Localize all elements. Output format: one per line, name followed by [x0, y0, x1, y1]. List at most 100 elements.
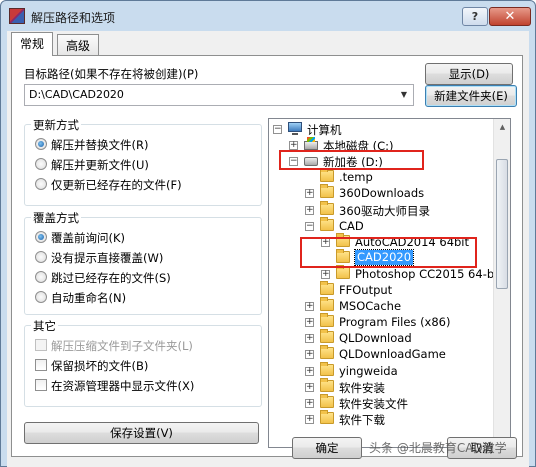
checkbox-icon[interactable]	[35, 379, 47, 391]
radio-icon[interactable]	[35, 158, 47, 170]
expand-icon[interactable]: +	[305, 350, 314, 360]
title-bar[interactable]: 解压路径和选项 ? ✕	[1, 1, 535, 31]
misc-title: 其它	[31, 318, 58, 334]
ok-button[interactable]: 确定	[292, 437, 362, 459]
tree-item[interactable]: + QLDownloadGame	[269, 345, 494, 362]
annotation-highlight-drive-d	[279, 150, 424, 170]
expand-icon[interactable]: +	[305, 205, 314, 215]
radio-selected-icon[interactable]	[35, 138, 47, 150]
watermark-text: 头条 @北晨教育CAD教学	[369, 441, 507, 455]
folder-icon	[320, 216, 334, 231]
tree-item-label: 360Downloads	[339, 186, 425, 201]
update-option-label: 仅更新已经存在的文件(F)	[51, 178, 182, 192]
tree-item-label: 软件安装	[339, 380, 385, 395]
overwrite-mode-title: 覆盖方式	[31, 210, 81, 226]
show-button[interactable]: 显示(D)	[425, 63, 513, 85]
tree-item-label: FFOutput	[339, 283, 393, 297]
destination-path-combobox[interactable]: D:\CAD\CAD2020 ▼	[24, 84, 414, 106]
overwrite-option-label: 没有提示直接覆盖(W)	[51, 251, 164, 265]
tree-item[interactable]: + MSOCache	[269, 297, 494, 314]
expand-icon[interactable]: +	[305, 318, 314, 328]
expand-icon[interactable]: +	[305, 334, 314, 344]
tree-item-label: 软件下载	[339, 412, 385, 427]
window-title: 解压路径和选项	[31, 11, 116, 25]
tree-item-label: MSOCache	[339, 299, 402, 314]
folder-icon	[320, 313, 334, 328]
tree-item-label: QLDownload	[339, 331, 412, 346]
tree-vertical-scrollbar[interactable]: ▲ ▼	[493, 119, 510, 447]
tree-item[interactable]: − 计算机	[269, 121, 494, 137]
tree-item-label: Photoshop CC2015 64-bit	[355, 266, 502, 281]
radio-icon[interactable]	[35, 291, 47, 303]
update-mode-group: 更新方式 解压并替换文件(R) 解压并更新文件(U) 仅更新已经存在的文件(F)	[24, 117, 262, 206]
expand-icon[interactable]: +	[305, 189, 314, 199]
tree-item[interactable]: − CAD	[269, 216, 494, 234]
dialog-window: 解压路径和选项 ? ✕ 常规 高级 目标路径(如果不存在将被创建)(P) D:\…	[0, 0, 536, 467]
expand-icon[interactable]: +	[321, 269, 330, 279]
misc-option-label: 解压压缩文件到子文件夹(L)	[51, 339, 193, 353]
tree-item-label: 计算机	[307, 123, 342, 137]
radio-selected-icon[interactable]	[35, 231, 47, 243]
computer-icon	[288, 122, 302, 135]
tree-item-label: Program Files (x86)	[339, 315, 451, 330]
folder-icon	[320, 200, 334, 215]
collapse-icon[interactable]: −	[273, 125, 282, 134]
update-mode-title: 更新方式	[31, 117, 81, 133]
folder-icon	[320, 281, 334, 295]
folder-icon	[320, 409, 334, 424]
expand-icon[interactable]: +	[289, 141, 298, 151]
tree-item-label: .temp	[339, 170, 373, 185]
tree-item[interactable]: + 软件安装文件	[269, 393, 494, 411]
folder-icon	[320, 393, 334, 408]
path-label: 目标路径(如果不存在将被创建)(P)	[24, 67, 199, 81]
annotation-highlight-cad2020	[300, 237, 477, 268]
drive-c-icon	[304, 137, 318, 151]
folder-icon	[320, 361, 334, 376]
help-button[interactable]: ?	[462, 7, 488, 26]
tree-item[interactable]: FFOutput	[269, 281, 494, 298]
destination-path-value: D:\CAD\CAD2020	[29, 88, 124, 101]
radio-icon[interactable]	[35, 271, 47, 283]
folder-icon	[320, 377, 334, 392]
tree-item[interactable]: +360Downloads	[269, 184, 494, 201]
tree-item-label: QLDownloadGame	[339, 347, 446, 362]
overwrite-option-label: 跳过已经存在的文件(S)	[51, 271, 171, 285]
collapse-icon[interactable]: −	[305, 221, 314, 231]
misc-group: 其它 解压压缩文件到子文件夹(L) 保留损坏的文件(B) 在资源管理器中显示文件…	[24, 318, 262, 407]
tab-general[interactable]: 常规	[11, 32, 54, 56]
tree-item[interactable]: +360驱动大师目录	[269, 200, 494, 218]
misc-option-label: 在资源管理器中显示文件(X)	[51, 379, 195, 393]
tree-item-label: yingweida	[339, 363, 398, 378]
folder-icon	[320, 184, 334, 199]
expand-icon[interactable]: +	[305, 398, 314, 408]
overwrite-option-label: 覆盖前询问(K)	[51, 231, 126, 245]
close-button[interactable]: ✕	[489, 7, 531, 26]
expand-icon[interactable]: +	[305, 382, 314, 392]
save-settings-button[interactable]: 保存设置(V)	[24, 422, 259, 444]
new-folder-button[interactable]: 新建文件夹(E)	[425, 85, 517, 107]
tree-item[interactable]: + QLDownload	[269, 329, 494, 346]
folder-icon	[336, 264, 350, 279]
expand-icon[interactable]: +	[305, 302, 314, 312]
combo-dropdown-arrow-icon[interactable]: ▼	[396, 86, 412, 104]
checkbox-disabled-icon	[35, 339, 47, 351]
expand-icon[interactable]: +	[305, 414, 314, 424]
checkbox-icon[interactable]	[35, 359, 47, 371]
tree-item-label: 360驱动大师目录	[339, 203, 430, 218]
tree-item[interactable]: + Program Files (x86)	[269, 313, 494, 330]
scroll-thumb[interactable]	[496, 159, 508, 289]
tab-advanced[interactable]: 高级	[57, 34, 100, 55]
misc-option-label: 保留损坏的文件(B)	[51, 359, 149, 373]
expand-icon[interactable]: +	[305, 366, 314, 376]
tree-item[interactable]: + Photoshop CC2015 64-bit	[269, 264, 502, 282]
tree-item[interactable]: + 软件安装	[269, 377, 494, 395]
radio-icon[interactable]	[35, 178, 47, 190]
folder-icon	[320, 297, 334, 312]
tree-item[interactable]: + yingweida	[269, 361, 494, 379]
update-option-label: 解压并更新文件(U)	[51, 158, 149, 172]
scroll-up-arrow-icon[interactable]: ▲	[494, 119, 510, 136]
radio-icon[interactable]	[35, 251, 47, 263]
tree-item[interactable]: + 软件下载	[269, 409, 494, 427]
tree-item[interactable]: .temp	[269, 168, 494, 185]
update-option-label: 解压并替换文件(R)	[51, 138, 149, 152]
